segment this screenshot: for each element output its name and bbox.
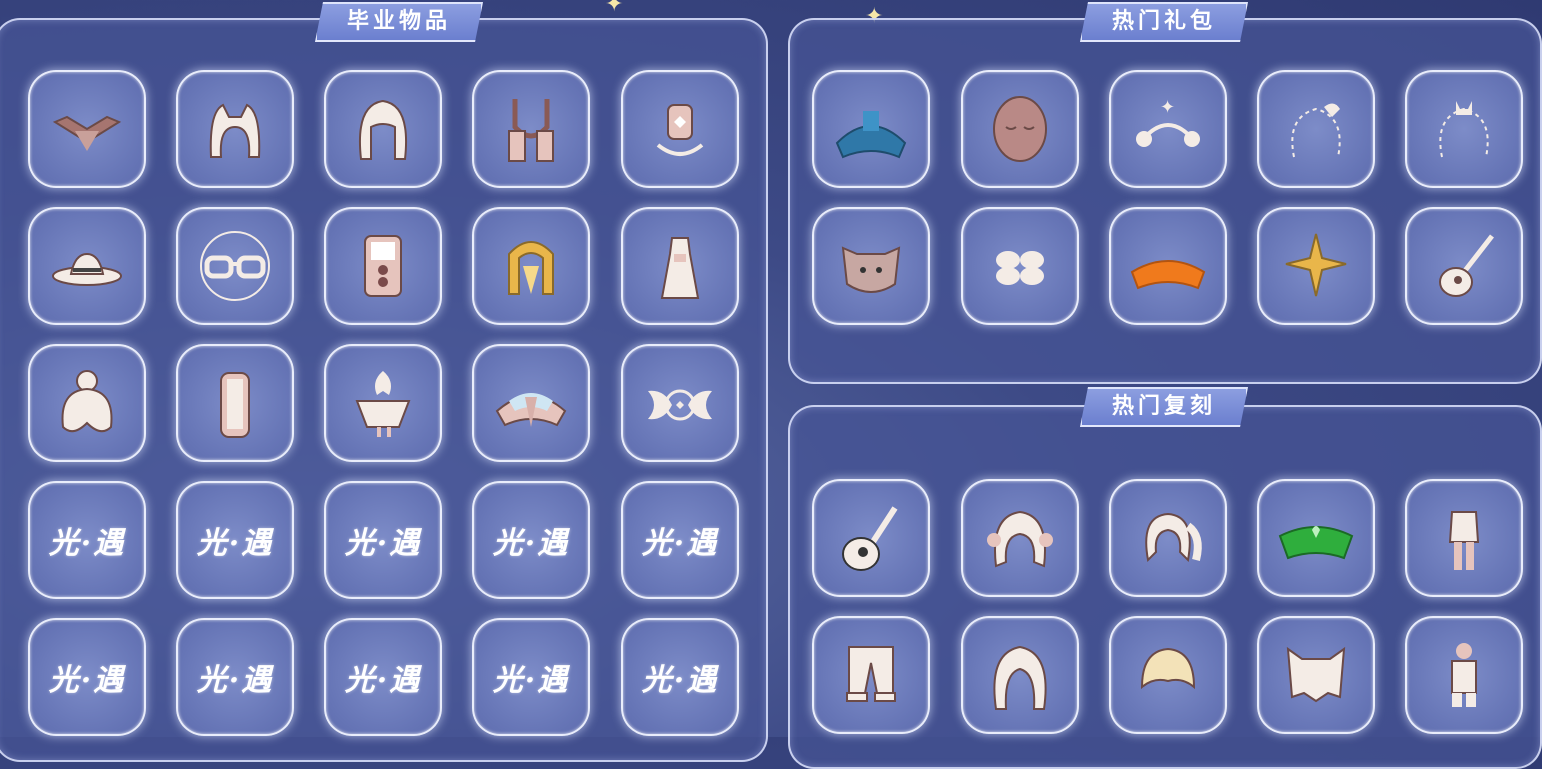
antler-mask-icon <box>355 371 411 437</box>
item-slot[interactable] <box>621 344 739 462</box>
short-hair-icon <box>1140 647 1196 690</box>
item-slot[interactable]: 光·遇 <box>176 481 294 599</box>
dress-outfit-icon <box>660 237 700 299</box>
logo-placeholder-icon: 光·遇 <box>48 526 126 561</box>
logo-placeholder-icon: 光·遇 <box>48 663 126 698</box>
item-slot[interactable] <box>472 344 590 462</box>
item-slot[interactable]: 光·遇 <box>472 481 590 599</box>
item-slot[interactable] <box>812 616 930 734</box>
dog-mask-icon <box>841 246 901 293</box>
item-slot[interactable] <box>621 70 739 188</box>
item-slot[interactable] <box>961 70 1079 188</box>
section-title-reprints: 热门复刻 <box>1080 387 1248 427</box>
logo-placeholder-icon: 光·遇 <box>492 526 570 561</box>
item-slot[interactable] <box>1257 479 1375 597</box>
wing-mask-icon <box>648 389 712 421</box>
item-slot[interactable] <box>472 207 590 325</box>
golden-star-accessory-icon <box>1285 233 1347 297</box>
item-slot[interactable] <box>1405 616 1523 734</box>
item-slot[interactable] <box>1405 479 1523 597</box>
blue-cape-icon <box>835 111 907 159</box>
item-slot[interactable] <box>961 207 1079 325</box>
outfit-icon <box>1448 511 1480 570</box>
necklace-icon <box>508 99 554 162</box>
lantern-prop-icon <box>656 104 704 156</box>
item-slot[interactable]: 光·遇 <box>621 618 739 736</box>
item-slot[interactable] <box>1109 207 1227 325</box>
item-slot[interactable]: 光·遇 <box>324 618 442 736</box>
phone-prop-icon <box>364 235 402 297</box>
cat-hood-hair-icon <box>1286 646 1346 703</box>
item-slot[interactable]: 光·遇 <box>621 481 739 599</box>
cat-hair-accessory-icon <box>1439 101 1489 158</box>
twin-bun-hair-icon <box>987 510 1053 568</box>
logo-placeholder-icon: 光·遇 <box>492 663 570 698</box>
section-title-graduation: 毕业物品 <box>315 2 483 42</box>
bun-hair-icon <box>61 370 113 433</box>
item-slot[interactable] <box>812 207 930 325</box>
logo-placeholder-icon: 光·遇 <box>641 663 719 698</box>
flower-accessory-icon <box>996 251 1044 285</box>
bob-hair-icon <box>359 99 407 160</box>
item-slot[interactable] <box>1109 479 1227 597</box>
item-slot[interactable] <box>961 479 1079 597</box>
item-slot[interactable] <box>324 344 442 462</box>
golden-scarf-icon <box>508 241 554 295</box>
glasses-icon <box>200 231 270 301</box>
item-slot[interactable]: 光·遇 <box>28 618 146 736</box>
section-title-gift-packs: 热门礼包 <box>1080 2 1248 42</box>
logo-placeholder-icon: 光·遇 <box>196 526 274 561</box>
cat-ear-hair-icon <box>209 103 261 158</box>
item-slot[interactable] <box>1405 70 1523 188</box>
shell-hair-accessory-icon <box>1291 103 1341 158</box>
item-slot[interactable] <box>812 70 930 188</box>
item-slot[interactable]: 光·遇 <box>472 618 590 736</box>
face-mask-icon <box>993 96 1047 162</box>
logo-placeholder-icon: 光·遇 <box>196 663 274 698</box>
green-cape-icon <box>1278 526 1354 560</box>
item-slot[interactable] <box>176 70 294 188</box>
item-slot[interactable] <box>1109 616 1227 734</box>
orange-cape-icon <box>1130 260 1206 290</box>
ukulele-icon <box>842 506 898 571</box>
logo-placeholder-icon: 光·遇 <box>641 526 719 561</box>
item-slot[interactable]: ✦ <box>1109 70 1227 188</box>
item-slot[interactable] <box>812 479 930 597</box>
layered-cape-icon <box>495 393 567 427</box>
item-slot[interactable] <box>28 70 146 188</box>
logo-placeholder-icon: 光·遇 <box>344 663 422 698</box>
moon-star-headband-icon: ✦ <box>1136 97 1200 147</box>
item-slot[interactable] <box>472 70 590 188</box>
logo-placeholder-icon: 光·遇 <box>344 526 422 561</box>
item-slot[interactable] <box>28 207 146 325</box>
curly-hair-icon <box>993 645 1047 710</box>
guitar-icon <box>1439 234 1494 297</box>
item-slot[interactable] <box>1405 207 1523 325</box>
item-slot[interactable] <box>1257 207 1375 325</box>
svg-text:✦: ✦ <box>1160 97 1175 118</box>
item-slot[interactable]: 光·遇 <box>176 618 294 736</box>
sparkle-icon: ✦ <box>605 0 624 17</box>
item-slot[interactable] <box>324 207 442 325</box>
short-outfit-icon <box>1451 643 1477 707</box>
cowboy-hat-icon <box>52 252 122 286</box>
item-slot[interactable] <box>176 344 294 462</box>
item-slot[interactable]: 光·遇 <box>324 481 442 599</box>
item-slot[interactable]: 光·遇 <box>28 481 146 599</box>
bird-cape-icon <box>52 115 122 151</box>
pants-icon <box>846 646 896 702</box>
scroll-cape-icon <box>220 372 250 438</box>
item-slot[interactable] <box>324 70 442 188</box>
item-slot[interactable] <box>176 207 294 325</box>
item-slot[interactable] <box>621 207 739 325</box>
pigtail-hair-icon <box>1145 512 1202 563</box>
item-slot[interactable] <box>28 344 146 462</box>
item-slot[interactable] <box>1257 70 1375 188</box>
item-slot[interactable] <box>961 616 1079 734</box>
item-slot[interactable] <box>1257 616 1375 734</box>
